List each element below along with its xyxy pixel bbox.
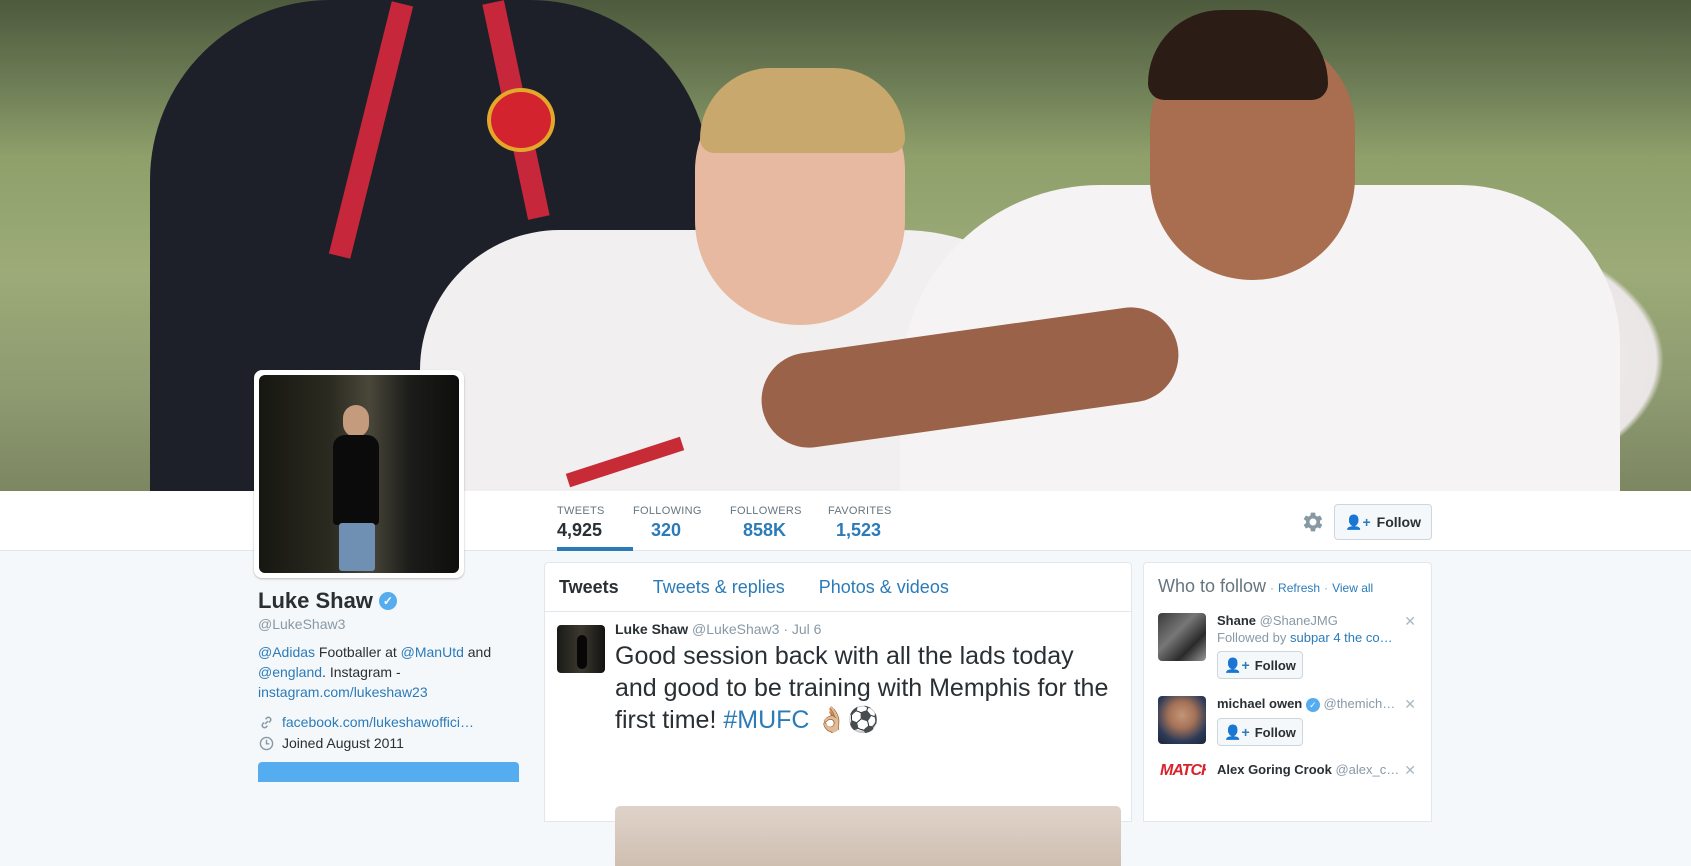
bio-text: . Instagram - xyxy=(322,664,401,680)
header-photo-hair-right xyxy=(1148,10,1328,100)
avatar[interactable] xyxy=(1158,613,1206,661)
stat-label: TWEETS xyxy=(557,505,605,517)
suggestion-name-line: Shane @ShaneJMG xyxy=(1217,613,1417,628)
close-icon[interactable]: ✕ xyxy=(1404,613,1416,630)
tweet-to-button[interactable] xyxy=(258,762,519,782)
tab-tweets-and-replies[interactable]: Tweets & replies xyxy=(653,577,785,598)
profile-name[interactable]: Luke Shaw ✓ xyxy=(258,588,397,614)
add-user-icon: 👤+ xyxy=(1224,723,1250,740)
stat-label: FAVORITES xyxy=(828,505,892,517)
avatar-logo-text: MATCH xyxy=(1160,762,1206,779)
profile-card: Luke Shaw ✓ @LukeShaw3 @Adidas Footballe… xyxy=(258,588,518,751)
clock-icon xyxy=(258,735,274,751)
bio-text: and xyxy=(463,644,492,660)
suggestion-info: Shane @ShaneJMG Followed by subpar 4 the… xyxy=(1217,613,1417,679)
follow-button-label: Follow xyxy=(1254,657,1296,673)
tweet-author-handle[interactable]: @LukeShaw3 xyxy=(692,621,779,637)
followed-by-link[interactable]: subpar 4 the co… xyxy=(1290,630,1393,645)
header-photo-club-badge xyxy=(487,88,555,152)
stat-following[interactable]: FOLLOWING 320 xyxy=(633,491,702,551)
verified-icon: ✓ xyxy=(378,592,397,610)
avatar-person xyxy=(329,405,384,571)
avatar-person-jacket xyxy=(333,435,379,525)
tweet-media-photo[interactable] xyxy=(615,806,1121,866)
avatar[interactable] xyxy=(1158,696,1206,744)
profile-name-text: Luke Shaw xyxy=(258,588,373,613)
tweet-body: Luke Shaw @LukeShaw3 · Jul 6 Good sessio… xyxy=(615,621,1121,736)
stat-tweets[interactable]: TWEETS 4,925 xyxy=(557,491,633,551)
profile-joined-date: Joined August 2011 xyxy=(282,735,404,751)
who-to-follow-header: Who to follow · Refresh · View all xyxy=(1158,576,1417,597)
suggestion-handle[interactable]: @ShaneJMG xyxy=(1260,613,1338,628)
bio-mention-adidas[interactable]: @Adidas xyxy=(258,644,315,660)
stat-value: 4,925 xyxy=(557,520,603,540)
tweet-avatar[interactable] xyxy=(557,625,605,673)
profile-website-link[interactable]: facebook.com/lukeshawoffici… xyxy=(282,714,474,730)
who-to-follow: Who to follow · Refresh · View all Shane… xyxy=(1143,562,1432,822)
profile-joined-row: Joined August 2011 xyxy=(258,735,518,751)
refresh-link[interactable]: Refresh xyxy=(1278,581,1320,595)
tweet-timestamp[interactable]: · Jul 6 xyxy=(783,621,821,637)
gear-icon-glyph xyxy=(1303,512,1323,532)
suggestion-info: michael owen ✓ @themich… 👤+ Follow xyxy=(1217,696,1417,746)
bio-mention-manutd[interactable]: @ManUtd xyxy=(401,644,464,660)
follow-button[interactable]: 👤+ Follow xyxy=(1217,718,1303,746)
stat-value: 1,523 xyxy=(836,520,882,540)
clock-icon-glyph xyxy=(259,736,273,750)
stat-label: FOLLOWERS xyxy=(730,505,802,517)
follow-button-label: Follow xyxy=(1376,514,1421,530)
tweet-header: Luke Shaw @LukeShaw3 · Jul 6 xyxy=(615,621,1121,637)
profile-avatar[interactable] xyxy=(254,370,464,578)
who-to-follow-title: Who to follow xyxy=(1158,576,1267,596)
timeline: Tweets Tweets & replies Photos & videos … xyxy=(544,562,1132,866)
stat-followers[interactable]: FOLLOWERS 858K xyxy=(730,491,802,551)
link-icon-glyph xyxy=(261,716,271,728)
profile-website-row: facebook.com/lukeshawoffici… xyxy=(258,714,518,730)
avatar[interactable]: MATCH xyxy=(1158,762,1206,810)
separator: · xyxy=(1270,581,1275,595)
tab-photos-and-videos[interactable]: Photos & videos xyxy=(819,577,949,598)
followed-by-prefix: Followed by xyxy=(1217,630,1290,645)
header-photo-hair-left xyxy=(700,68,905,153)
separator: · xyxy=(1324,581,1329,595)
tweet-text: Good session back with all the lads toda… xyxy=(615,640,1121,736)
suggestion-name-line: michael owen ✓ @themich… xyxy=(1217,696,1417,712)
bio-mention-england[interactable]: @england xyxy=(258,664,322,680)
bio-instagram-link[interactable]: instagram.com/lukeshaw23 xyxy=(258,684,428,700)
profile-bio: @Adidas Footballer at @ManUtd and @engla… xyxy=(258,642,503,702)
view-all-link[interactable]: View all xyxy=(1332,581,1373,595)
suggestion-name[interactable]: Shane xyxy=(1217,613,1256,628)
close-icon[interactable]: ✕ xyxy=(1404,696,1416,713)
gear-icon[interactable] xyxy=(1300,509,1326,535)
suggestion-followed-by: Followed by subpar 4 the co… xyxy=(1217,630,1417,645)
link-icon xyxy=(258,714,274,730)
follow-button-label: Follow xyxy=(1254,724,1296,740)
verified-icon: ✓ xyxy=(1305,698,1320,712)
suggestion-handle[interactable]: @themich… xyxy=(1324,696,1396,711)
tweet-hashtag[interactable]: #MUFC xyxy=(723,706,809,734)
tweet-author-name[interactable]: Luke Shaw xyxy=(615,621,688,637)
suggestion-name[interactable]: michael owen xyxy=(1217,696,1302,711)
stat-value: 858K xyxy=(743,520,787,540)
add-user-icon: 👤+ xyxy=(1224,656,1250,673)
follow-button[interactable]: 👤+ Follow xyxy=(1334,504,1432,540)
avatar-person-head xyxy=(343,405,369,437)
follow-button[interactable]: 👤+ Follow xyxy=(1217,651,1303,679)
bio-text: Footballer at xyxy=(315,644,401,660)
stat-value: 320 xyxy=(651,520,682,540)
avatar-person-jeans xyxy=(339,523,375,571)
tweet-emoji: 👌🏼⚽ xyxy=(809,706,879,734)
stat-label: FOLLOWING xyxy=(633,505,702,517)
close-icon[interactable]: ✕ xyxy=(1404,762,1416,779)
avatar-image xyxy=(259,375,459,573)
add-user-icon: 👤+ xyxy=(1345,513,1371,530)
tab-tweets[interactable]: Tweets xyxy=(559,577,619,598)
profile-handle[interactable]: @LukeShaw3 xyxy=(258,616,518,632)
timeline-tabs: Tweets Tweets & replies Photos & videos xyxy=(545,563,1131,612)
stat-favorites[interactable]: FAVORITES 1,523 xyxy=(828,491,892,551)
